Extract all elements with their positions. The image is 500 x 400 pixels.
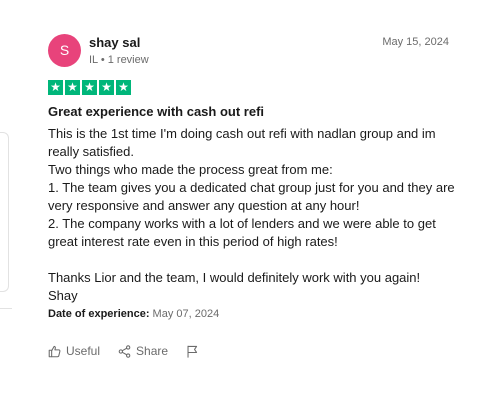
review-body-line: 1. The team gives you a dedicated chat g… — [48, 180, 455, 213]
review-body: This is the 1st time I'm doing cash out … — [48, 125, 468, 305]
share-icon — [118, 344, 131, 358]
star-icon: ★ — [82, 80, 97, 95]
review-body-line: Thanks Lior and the team, I would defini… — [48, 270, 421, 285]
review-body-line: Shay — [48, 288, 78, 303]
experience-date: May 07, 2024 — [152, 308, 220, 320]
star-icon: ★ — [48, 80, 63, 95]
review-body-line: Two things who made the process great fr… — [48, 162, 333, 177]
review-title: Great experience with cash out refi — [48, 104, 265, 119]
report-button[interactable] — [186, 345, 199, 358]
review-body-line: This is the 1st time I'm doing cash out … — [48, 126, 436, 159]
share-label: Share — [136, 344, 169, 358]
experience-label: Date of experience: — [48, 308, 150, 320]
star-icon: ★ — [116, 80, 131, 95]
share-button[interactable]: Share — [118, 344, 168, 358]
star-icon: ★ — [65, 80, 80, 95]
star-rating: ★ ★ ★ ★ ★ — [48, 80, 131, 95]
reviewer-name[interactable]: shay sal — [89, 35, 140, 50]
review-actions: Useful Share — [48, 344, 217, 358]
thumbs-up-icon — [48, 345, 61, 358]
flag-icon — [186, 345, 199, 358]
adjacent-divider — [0, 308, 12, 309]
reviewer-meta: IL • 1 review — [89, 54, 149, 66]
useful-label: Useful — [66, 344, 101, 358]
review-body-line — [48, 251, 468, 269]
avatar[interactable]: S — [48, 34, 81, 67]
review-date: May 15, 2024 — [382, 36, 449, 48]
review-body-line: 2. The company works with a lot of lende… — [48, 216, 436, 249]
useful-button[interactable]: Useful — [48, 344, 100, 358]
adjacent-card-edge — [0, 132, 9, 292]
star-icon: ★ — [99, 80, 114, 95]
date-of-experience: Date of experience: May 07, 2024 — [48, 308, 219, 320]
